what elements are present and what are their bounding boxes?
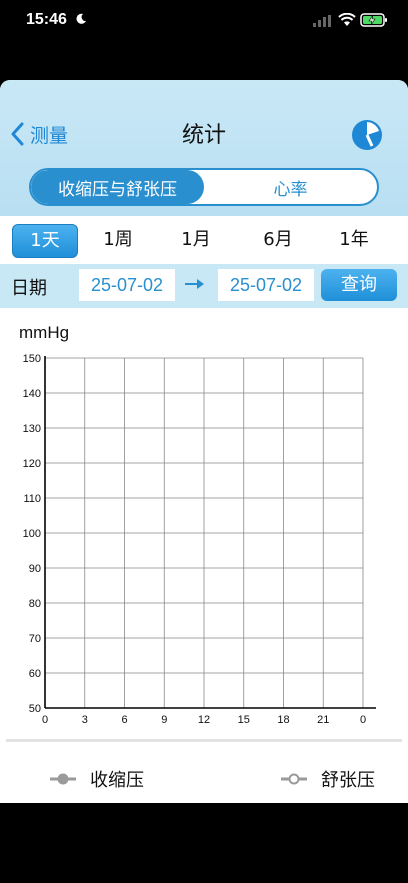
query-button[interactable]: 查询 (321, 269, 397, 301)
status-time: 15:46 (26, 11, 67, 28)
period-1-day[interactable]: 1天 (12, 224, 78, 258)
y-axis-unit-label: mmHg (19, 323, 70, 342)
date-filter-bar: 日期 25-07-02 25-07-02 查询 (0, 264, 408, 308)
x-tick-label: 21 (317, 714, 329, 725)
y-tick-label: 60 (29, 668, 41, 680)
pie-chart-icon[interactable] (350, 118, 384, 152)
y-tick-label: 70 (29, 633, 41, 645)
legend-label-systolic: 收缩压 (90, 770, 144, 791)
period-selector: 1天 1周 1月 6月 1年 (0, 216, 408, 264)
y-tick-label: 100 (23, 528, 41, 540)
x-tick-label: 3 (82, 714, 88, 725)
x-tick-label: 12 (198, 714, 210, 725)
y-tick-label: 50 (29, 703, 41, 715)
cellular-signal-icon (313, 15, 331, 27)
tab-heart-rate[interactable]: 心率 (204, 170, 377, 204)
legend-divider (6, 739, 402, 742)
end-date-field[interactable]: 25-07-02 (218, 269, 314, 301)
hollow-circle-line-icon (281, 773, 307, 785)
period-1-month[interactable]: 1月 (170, 224, 222, 256)
legend-label-diastolic: 舒张压 (321, 770, 375, 791)
blood-pressure-chart: 50 60 70 80 90 100 110 120 130 140 150 0 3 6 9 12 15 18 21… (23, 353, 376, 725)
y-tick-label: 150 (23, 353, 41, 365)
period-1-week[interactable]: 1周 (92, 224, 144, 256)
statistics-screen: 测量 统计 收缩压与舒张压 心率 1天 1周 1月 6月 1年 日期 25-07… (0, 80, 408, 803)
y-tick-label: 130 (23, 423, 41, 435)
x-tick-label: 6 (121, 714, 127, 725)
x-tick-label: 15 (238, 714, 250, 725)
x-tick-label: 0 (42, 714, 48, 725)
battery-charging-icon (360, 13, 387, 27)
x-tick-label: 0 (360, 714, 366, 725)
y-tick-label: 110 (23, 493, 41, 505)
x-tick-label: 18 (277, 714, 289, 725)
start-date-field[interactable]: 25-07-02 (79, 269, 175, 301)
date-label: 日期 (11, 278, 47, 299)
arrow-right-icon (185, 279, 204, 289)
y-tick-label: 80 (29, 598, 41, 610)
moon-icon (76, 13, 86, 24)
period-1-year[interactable]: 1年 (328, 224, 380, 256)
wifi-icon (338, 13, 356, 26)
tab-blood-pressure[interactable]: 收缩压与舒张压 (31, 170, 204, 204)
measure-type-segmented-control: 收缩压与舒张压 心率 (29, 168, 379, 206)
x-tick-label: 9 (161, 714, 167, 725)
period-6-months[interactable]: 6月 (252, 224, 304, 256)
legend-item-diastolic: 舒张压 (281, 766, 375, 792)
y-tick-label: 90 (29, 563, 41, 575)
y-tick-label: 120 (23, 458, 41, 470)
y-tick-label: 140 (23, 388, 41, 400)
navigation-header: 测量 统计 收缩压与舒张压 心率 (0, 80, 408, 216)
filled-circle-line-icon (50, 773, 76, 785)
page-title: 统计 (181, 123, 226, 148)
legend-item-systolic: 收缩压 (50, 766, 144, 792)
status-bar: 15:46 (0, 0, 408, 44)
